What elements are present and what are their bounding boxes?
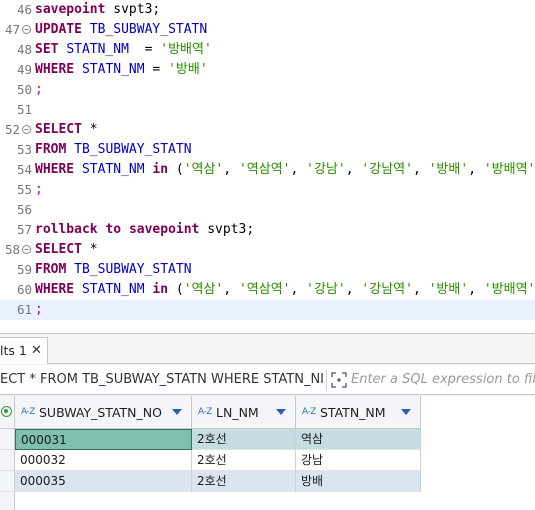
line-number: 55 (16, 182, 32, 197)
editor-line[interactable]: 56 (0, 200, 535, 220)
results-panel: lts 1 ✕ ECT * FROM TB_SUBWAY_STATN WHERE… (0, 333, 535, 510)
tab-label: lts 1 (0, 343, 27, 358)
line-number: 54 (16, 162, 32, 177)
code-line: rollback to savepoint svpt3; (35, 222, 255, 237)
editor-line[interactable]: 49 WHERE STATN_NM = '방배' (0, 60, 535, 80)
code-line: SELECT * (35, 242, 98, 257)
code-line: ; (35, 82, 43, 97)
sort-arrow-icon[interactable] (276, 409, 286, 415)
editor-line[interactable]: 59 FROM TB_SUBWAY_STATN (0, 260, 535, 280)
table-cell[interactable]: 2호선 (192, 450, 296, 471)
table-row[interactable]: 000035 2호선 방배 (0, 471, 535, 492)
code-line: WHERE STATN_NM = '방배' (35, 62, 208, 77)
line-number: 61 (16, 302, 32, 317)
editor-line[interactable]: 57 rollback to savepoint svpt3; (0, 220, 535, 240)
editor-line[interactable]: 48 SET STATN_NM = '방배역' (0, 40, 535, 60)
editor-line[interactable]: 47 − UPDATE TB_SUBWAY_STATN (0, 20, 535, 40)
editor-line[interactable]: 58 − SELECT * (0, 240, 535, 260)
row-header[interactable] (0, 450, 15, 471)
line-number: 58 (4, 242, 20, 257)
line-number: 46 (16, 2, 32, 17)
code-line: WHERE STATN_NM in ('역삼', '역삼역', '강남', '강… (35, 282, 535, 297)
line-number: 47 (4, 22, 20, 37)
code-line: FROM TB_SUBWAY_STATN (35, 262, 192, 277)
line-number: 49 (16, 62, 32, 77)
table-cell[interactable]: 000035 (15, 471, 192, 492)
column-header-subway-statn-no[interactable]: A-Z SUBWAY_STATN_NO (15, 396, 192, 429)
string-type-icon: A-Z (21, 407, 35, 417)
sql-editor[interactable]: 46 savepoint svpt3; 47 − UPDATE TB_SUBWA… (0, 0, 535, 333)
fold-collapse-icon[interactable]: − (22, 245, 31, 254)
line-number: 48 (16, 42, 32, 57)
table-row[interactable]: 000032 2호선 강남 (0, 450, 535, 471)
code-line: savepoint svpt3; (35, 2, 161, 17)
sort-arrow-icon[interactable] (401, 409, 411, 415)
grid-corner[interactable] (0, 396, 15, 429)
tab-results-1[interactable]: lts 1 ✕ (0, 337, 48, 364)
row-header[interactable] (0, 429, 15, 450)
column-header-statn-nm[interactable]: A-Z STATN_NM (296, 396, 421, 429)
table-cell[interactable]: 000032 (15, 450, 192, 471)
divider (326, 369, 327, 391)
editor-line[interactable]: 46 savepoint svpt3; (0, 0, 535, 20)
table-row[interactable]: 000031 2호선 역삼 (0, 429, 535, 450)
editor-line[interactable]: 54 WHERE STATN_NM in ('역삼', '역삼역', '강남',… (0, 160, 535, 180)
editor-line[interactable]: 51 (0, 100, 535, 120)
code-line: SELECT * (35, 122, 98, 137)
filter-expand-icon[interactable] (331, 372, 347, 388)
row-header[interactable] (0, 471, 15, 492)
code-line: ; (35, 302, 43, 317)
table-cell[interactable]: 역삼 (296, 429, 421, 450)
code-line: WHERE STATN_NM in ('역삼', '역삼역', '강남', '강… (35, 162, 535, 177)
fold-collapse-icon[interactable]: − (22, 125, 31, 134)
executed-query-text: ECT * FROM TB_SUBWAY_STATN WHERE STATN_N… (0, 372, 325, 387)
line-number: 59 (16, 262, 32, 277)
table-cell[interactable]: 2호선 (192, 471, 296, 492)
line-number: 52 (4, 122, 20, 137)
string-type-icon: A-Z (302, 407, 316, 417)
table-cell[interactable]: 강남 (296, 450, 421, 471)
editor-line[interactable]: 52 − SELECT * (0, 120, 535, 140)
editor-line[interactable]: 55 ; (0, 180, 535, 200)
code-line: ; (35, 182, 43, 197)
column-header-label: LN_NM (216, 405, 259, 420)
code-line: UPDATE TB_SUBWAY_STATN (35, 22, 208, 37)
line-number: 56 (16, 202, 32, 217)
editor-line[interactable]: 60 WHERE STATN_NM in ('역삼', '역삼역', '강남',… (0, 280, 535, 300)
select-all-icon[interactable] (1, 406, 12, 417)
close-icon[interactable]: ✕ (31, 338, 42, 364)
code-line: SET STATN_NM = '방배역' (35, 42, 212, 57)
row-header-empty (0, 492, 15, 510)
line-number: 60 (16, 282, 32, 297)
line-number: 53 (16, 142, 32, 157)
code-line: FROM TB_SUBWAY_STATN (35, 142, 192, 157)
column-header-ln-nm[interactable]: A-Z LN_NM (192, 396, 296, 429)
sort-arrow-icon[interactable] (172, 409, 182, 415)
line-number: 51 (16, 102, 32, 117)
fold-collapse-icon[interactable]: − (22, 25, 31, 34)
string-type-icon: A-Z (198, 407, 212, 417)
result-grid[interactable]: A-Z SUBWAY_STATN_NO A-Z LN_NM A-Z STATN_… (0, 396, 535, 510)
column-header-label: SUBWAY_STATN_NO (39, 405, 162, 420)
filter-bar: ECT * FROM TB_SUBWAY_STATN WHERE STATN_N… (0, 365, 535, 395)
editor-line[interactable]: 50 ; (0, 80, 535, 100)
editor-line-current[interactable]: 61 ; (0, 300, 535, 320)
results-tab-bar: lts 1 ✕ (0, 334, 535, 364)
table-cell[interactable]: 방배 (296, 471, 421, 492)
table-cell[interactable]: 000031 (15, 429, 192, 450)
column-header-label: STATN_NM (320, 405, 386, 420)
line-number: 57 (16, 222, 32, 237)
sql-filter-input[interactable] (351, 365, 535, 395)
editor-line[interactable]: 53 FROM TB_SUBWAY_STATN (0, 140, 535, 160)
table-cell[interactable]: 2호선 (192, 429, 296, 450)
line-number: 50 (16, 82, 32, 97)
